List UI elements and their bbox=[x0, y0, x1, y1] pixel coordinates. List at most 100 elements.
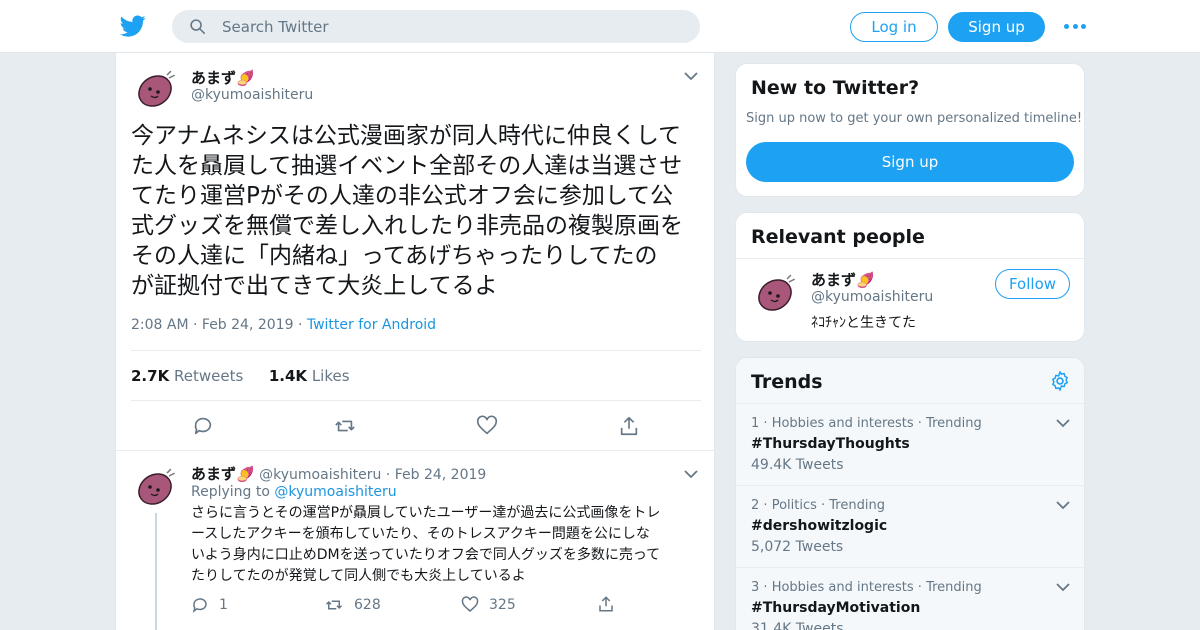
reply-author-handle[interactable]: @kyumoaishiteru bbox=[259, 467, 381, 483]
reply-tweet[interactable]: あまず🍠 @kyumoaishiteru · Feb 24, 2019 Repl… bbox=[116, 450, 714, 630]
trend-item[interactable]: 1 · Hobbies and interests · Trending #Th… bbox=[736, 403, 1084, 485]
thread-line bbox=[155, 513, 157, 630]
likes-label[interactable]: Likes bbox=[312, 367, 350, 385]
divider bbox=[131, 400, 701, 401]
reply-icon[interactable] bbox=[192, 415, 214, 437]
twitter-bird-logo-icon[interactable] bbox=[120, 13, 146, 39]
reply-icon[interactable] bbox=[191, 596, 209, 614]
trends-title: Trends bbox=[751, 371, 823, 393]
tweet-metadata: 2:08 AM · Feb 24, 2019 · Twitter for And… bbox=[131, 317, 437, 333]
reply-line: たりしてたのが発覚して同人側でも大炎上しているよ bbox=[191, 568, 526, 584]
login-button[interactable]: Log in bbox=[850, 12, 938, 42]
settings-gear-icon[interactable] bbox=[1049, 370, 1071, 392]
replying-to-link[interactable]: @kyumoaishiteru bbox=[274, 484, 396, 500]
top-navigation-bar: Log in Sign up bbox=[0, 0, 1200, 53]
divider bbox=[736, 258, 1084, 259]
reply-header: あまず🍠 @kyumoaishiteru · Feb 24, 2019 bbox=[191, 465, 487, 483]
signup-button[interactable]: Sign up bbox=[746, 142, 1074, 182]
tweet-time[interactable]: 2:08 AM bbox=[131, 317, 189, 333]
trend-category: Hobbies and interests bbox=[771, 580, 914, 595]
signup-button[interactable]: Sign up bbox=[948, 12, 1045, 42]
retweets-label[interactable]: Retweets bbox=[174, 367, 243, 385]
retweet-icon[interactable] bbox=[334, 415, 356, 437]
like-count[interactable]: 1.4K bbox=[269, 367, 307, 385]
sweet-potato-avatar-icon bbox=[758, 273, 796, 311]
trend-item[interactable]: 2 · Politics · Trending #dershowitzlogic… bbox=[736, 485, 1084, 567]
follow-button[interactable]: Follow bbox=[995, 269, 1070, 299]
chevron-down-icon[interactable] bbox=[684, 469, 698, 479]
reply-date[interactable]: Feb 24, 2019 bbox=[395, 467, 487, 483]
trend-item[interactable]: 3 · Hobbies and interests · Trending #Th… bbox=[736, 567, 1084, 630]
retweet-count[interactable]: 2.7K bbox=[131, 367, 169, 385]
person-handle[interactable]: @kyumoaishiteru bbox=[811, 289, 933, 305]
tweet-line: てたり運営Pがその人達の非公式オフ会に参加して公 bbox=[131, 183, 674, 209]
tweet-text: 今アナムネシスは公式漫画家が同人時代に仲良くして た人を贔屓して抽選イベント全部… bbox=[131, 121, 701, 301]
tweet-line: が証拠付で出てきて大炎上してるよ bbox=[131, 273, 498, 299]
retweet-icon[interactable] bbox=[324, 596, 344, 614]
reply-count: 1 bbox=[219, 597, 228, 613]
trend-hashtag[interactable]: #dershowitzlogic bbox=[751, 518, 887, 534]
search-input[interactable] bbox=[222, 10, 682, 43]
like-heart-icon[interactable] bbox=[476, 415, 498, 437]
reply-text: さらに言うとその運営Pが贔屓していたユーザー達が過去に公式画像をトレ ースしたア… bbox=[191, 503, 701, 587]
trend-context: 3 · Hobbies and interests · Trending bbox=[751, 580, 982, 595]
reply-retweet-action[interactable]: 628 bbox=[324, 596, 381, 614]
trend-category: Hobbies and interests bbox=[771, 416, 914, 431]
trends-card: Trends 1 · Hobbies and interests · Trend… bbox=[735, 357, 1085, 630]
reply-line: さらに言うとその運営Pが贔屓していたユーザー達が過去に公式画像をトレ bbox=[191, 505, 661, 521]
tweet-line: 今アナムネシスは公式漫画家が同人時代に仲良くして bbox=[131, 123, 682, 149]
tweet-stats: 2.7K Retweets 1.4K Likes bbox=[131, 367, 350, 385]
trend-rank: 2 bbox=[751, 498, 760, 513]
retweet-count: 628 bbox=[354, 597, 381, 613]
sweet-potato-avatar-icon bbox=[138, 69, 176, 107]
trend-tweet-count: 49.4K Tweets bbox=[751, 457, 844, 473]
chevron-down-icon[interactable] bbox=[1056, 500, 1070, 510]
tweet-column: あまず🍠 @kyumoaishiteru 今アナムネシスは公式漫画家が同人時代に… bbox=[115, 53, 715, 630]
trend-context: 1 · Hobbies and interests · Trending bbox=[751, 416, 982, 431]
relevant-people-title: Relevant people bbox=[751, 226, 925, 248]
trend-tweet-count: 31.4K Tweets bbox=[751, 621, 844, 630]
trend-rank: 1 bbox=[751, 416, 760, 431]
avatar[interactable] bbox=[131, 463, 179, 511]
sweet-potato-avatar-icon bbox=[138, 467, 176, 505]
author-name[interactable]: あまず🍠 bbox=[191, 67, 255, 88]
author-handle[interactable]: @kyumoaishiteru bbox=[191, 87, 313, 103]
replying-to: Replying to @kyumoaishiteru bbox=[191, 484, 397, 500]
trend-context: 2 · Politics · Trending bbox=[751, 498, 885, 513]
new-to-twitter-title: New to Twitter? bbox=[751, 77, 920, 99]
trend-category: Politics bbox=[771, 498, 817, 513]
share-icon[interactable] bbox=[597, 595, 615, 613]
person-bio: ﾈｺﾁｬﾝと生きてた bbox=[811, 315, 916, 331]
like-heart-icon[interactable] bbox=[461, 596, 479, 614]
reply-reply-action[interactable]: 1 bbox=[191, 596, 228, 614]
trend-tweet-count: 5,072 Tweets bbox=[751, 539, 844, 555]
search-bar[interactable] bbox=[172, 10, 700, 43]
reply-author-name[interactable]: あまず🍠 bbox=[191, 465, 255, 483]
avatar[interactable] bbox=[751, 269, 799, 317]
new-to-twitter-subtitle: Sign up now to get your own personalized… bbox=[746, 111, 1083, 126]
tweet-line: 式グッズを無償で差し入れしたり非売品の複製原画を bbox=[131, 213, 683, 239]
trend-hashtag[interactable]: #ThursdayThoughts bbox=[751, 436, 910, 452]
more-options-icon[interactable] bbox=[1064, 19, 1086, 33]
trend-status: Trending bbox=[926, 580, 982, 595]
reply-like-action[interactable]: 325 bbox=[461, 596, 516, 614]
chevron-down-icon[interactable] bbox=[684, 71, 698, 81]
reply-line: ースしたアクキーを頒布していたり、そのトレスアクキー問題を公にしな bbox=[191, 526, 650, 542]
trend-hashtag[interactable]: #ThursdayMotivation bbox=[751, 600, 920, 616]
tweet-line: た人を贔屓して抽選イベント全部その人達は当選させ bbox=[131, 153, 683, 179]
trend-rank: 3 bbox=[751, 580, 760, 595]
share-icon[interactable] bbox=[618, 415, 640, 437]
person-name[interactable]: あまず🍠 bbox=[811, 269, 875, 290]
replying-to-label: Replying to bbox=[191, 484, 270, 500]
like-count: 325 bbox=[489, 597, 516, 613]
tweet-line: その人達に「内緒ね」ってあげちゃったりしてたの bbox=[131, 243, 658, 269]
tweet-source-link[interactable]: Twitter for Android bbox=[307, 317, 436, 333]
tweet-date[interactable]: Feb 24, 2019 bbox=[202, 317, 294, 333]
chevron-down-icon[interactable] bbox=[1056, 418, 1070, 428]
avatar[interactable] bbox=[131, 65, 179, 113]
chevron-down-icon[interactable] bbox=[1056, 582, 1070, 592]
trend-status: Trending bbox=[926, 416, 982, 431]
new-to-twitter-card: New to Twitter? Sign up now to get your … bbox=[735, 63, 1085, 197]
divider bbox=[131, 350, 701, 351]
trend-status: Trending bbox=[829, 498, 885, 513]
